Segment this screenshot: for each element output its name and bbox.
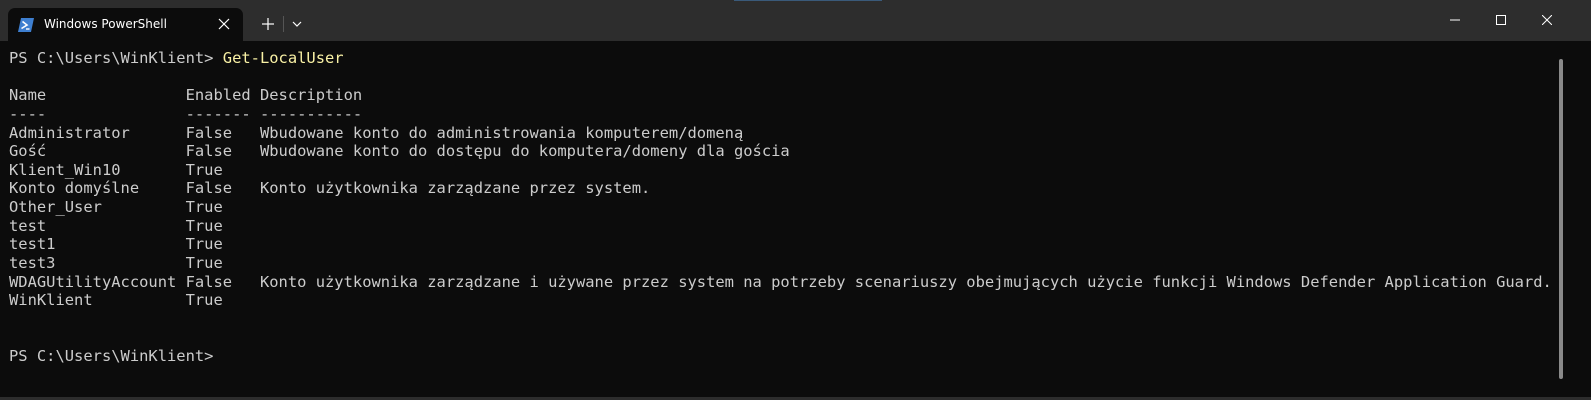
final-prompt: PS C:\Users\WinKlient> [9, 347, 214, 366]
cell-enabled: False [185, 123, 260, 142]
table-row: Gość False Wbudowane konto do dostępu do… [9, 142, 1554, 161]
underline-name: ---- [9, 104, 186, 123]
cell-description: Konto użytkownika zarządzane i używane p… [259, 272, 1552, 291]
table-header: Name Enabled Description [9, 86, 1554, 105]
underline-description: ----------- [259, 104, 363, 123]
title-bar[interactable]: Windows PowerShell [0, 0, 1591, 41]
scrollbar[interactable] [1559, 59, 1563, 379]
cell-name: test3 [9, 254, 186, 273]
table-header-underline: ---- ------- ----------- [9, 105, 1554, 124]
close-window-button[interactable] [1524, 0, 1570, 41]
cell-enabled: True [185, 235, 260, 254]
cell-name: WinKlient [9, 291, 186, 310]
header-description: Description [259, 86, 363, 105]
maximize-button[interactable] [1478, 0, 1524, 41]
header-enabled: Enabled [185, 86, 260, 105]
tab-title: Windows PowerShell [44, 17, 167, 31]
cell-description: Wbudowane konto do dostępu do komputera/… [259, 142, 790, 161]
tab-dropdown-button[interactable] [286, 12, 308, 36]
underline-enabled: ------- [185, 104, 260, 123]
final-prompt-line: PS C:\Users\WinKlient> [9, 347, 1554, 366]
cell-enabled: True [185, 254, 260, 273]
close-icon [1542, 15, 1552, 25]
cell-name: test1 [9, 235, 186, 254]
command: Get-LocalUser [222, 49, 344, 67]
table-row: test True [9, 217, 1554, 236]
cell-enabled: True [185, 216, 260, 235]
table-row: WDAGUtilityAccount False Konto użytkowni… [9, 273, 1554, 292]
powershell-icon [18, 17, 34, 32]
title-bar-accent [734, 0, 882, 1]
cell-name: Gość [9, 142, 186, 161]
table-row: Other_User True [9, 198, 1554, 217]
cell-name: Konto domyślne [9, 179, 186, 198]
chevron-down-icon [292, 21, 302, 27]
table-row: test1 True [9, 235, 1554, 254]
table-row: Klient_Win10 True [9, 161, 1554, 180]
plus-icon [262, 18, 274, 30]
table-row: WinKlient True [9, 291, 1554, 310]
table-row: Administrator False Wbudowane konto do a… [9, 124, 1554, 143]
cell-name: Klient_Win10 [9, 160, 186, 179]
maximize-icon [1496, 15, 1506, 25]
cell-name: Administrator [9, 123, 186, 142]
new-tab-button[interactable] [256, 12, 280, 36]
header-name: Name [9, 86, 186, 105]
cell-enabled: False [185, 272, 260, 291]
cell-enabled: True [185, 198, 260, 217]
command-line: PS C:\Users\WinKlient> Get-LocalUser [9, 49, 1554, 68]
cell-enabled: True [185, 160, 260, 179]
table-row: test3 True [9, 254, 1554, 273]
cell-name: test [9, 216, 186, 235]
cell-name: Other_User [9, 198, 186, 217]
tab-close-button[interactable] [213, 13, 235, 35]
table-rows: Administrator False Wbudowane konto do a… [9, 124, 1554, 310]
terminal-output[interactable]: PS C:\Users\WinKlient> Get-LocalUser Nam… [9, 49, 1554, 394]
cell-name: WDAGUtilityAccount [9, 272, 186, 291]
cell-enabled: False [185, 179, 260, 198]
terminal-window: Windows PowerShell PS C:\Users\WinKlient… [0, 0, 1591, 400]
minimize-icon [1450, 19, 1460, 21]
tab-divider [283, 16, 284, 32]
close-icon [218, 18, 230, 30]
minimize-button[interactable] [1432, 0, 1478, 41]
cell-description: Konto użytkownika zarządzane przez syste… [259, 179, 651, 198]
table-row: Konto domyślne False Konto użytkownika z… [9, 179, 1554, 198]
cell-enabled: False [185, 142, 260, 161]
tab-windows-powershell[interactable]: Windows PowerShell [8, 8, 243, 41]
cell-description: Wbudowane konto do administrowania kompu… [259, 123, 744, 142]
cell-enabled: True [185, 291, 260, 310]
prompt: PS C:\Users\WinKlient> [9, 49, 223, 67]
